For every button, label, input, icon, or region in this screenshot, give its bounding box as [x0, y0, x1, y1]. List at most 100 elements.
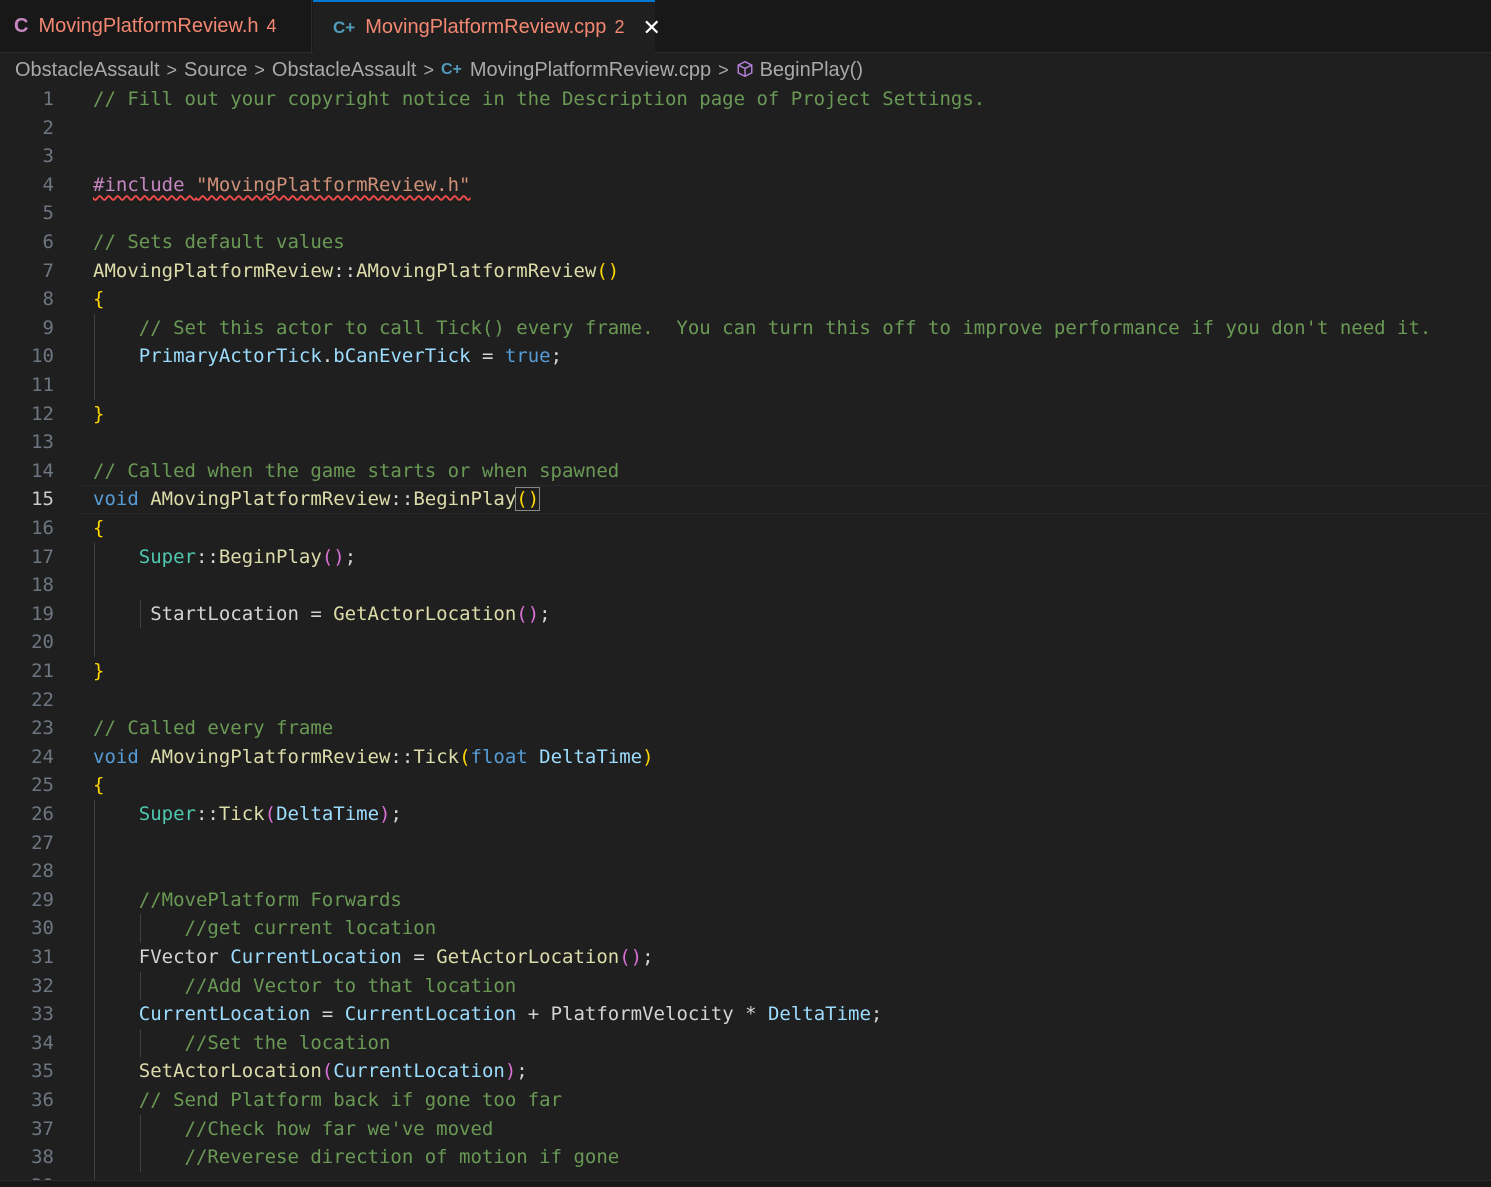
- code-line[interactable]: 20: [0, 628, 1491, 657]
- code-text: {: [93, 514, 104, 543]
- code-text: //Add Vector to that location: [93, 972, 517, 1001]
- code-line[interactable]: 2: [0, 114, 1491, 143]
- code-line[interactable]: 26 Super::Tick(DeltaTime);: [0, 800, 1491, 829]
- code-line[interactable]: 38 //Reverese direction of motion if gon…: [0, 1143, 1491, 1172]
- tab-moving-platform-review-cpp[interactable]: C+ MovingPlatformReview.cpp 2 ✕: [313, 0, 661, 53]
- code-line[interactable]: 7 AMovingPlatformReview::AMovingPlatformR…: [0, 257, 1491, 286]
- code-token: AMovingPlatformReview: [356, 259, 597, 282]
- code-line[interactable]: 28: [0, 857, 1491, 886]
- code-line[interactable]: 4 #include "MovingPlatformReview.h": [0, 171, 1491, 200]
- problem-count-badge: 2: [614, 17, 625, 37]
- line-number: 37: [31, 1117, 54, 1140]
- code-line[interactable]: 24 void AMovingPlatformReview::Tick(float…: [0, 743, 1491, 772]
- breadcrumb-item-module[interactable]: ObstacleAssault: [272, 59, 417, 82]
- code-line[interactable]: 10 PrimaryActorTick.bCanEverTick = true;: [0, 342, 1491, 371]
- code-token: //get current location: [184, 917, 437, 940]
- code-token: BeginPlay: [413, 488, 517, 511]
- code-token: =: [310, 1003, 345, 1026]
- code-line[interactable]: 12}: [0, 400, 1491, 429]
- code-line[interactable]: 15 void AMovingPlatformReview::BeginPlay(…: [0, 485, 1491, 514]
- code-token: Tick: [218, 803, 265, 825]
- code-line[interactable]: 30 //get current location: [0, 914, 1491, 943]
- tab-label: MovingPlatformReview.h: [38, 14, 259, 37]
- code-token: (: [264, 803, 277, 825]
- code-token: FVector: [138, 946, 231, 968]
- code-token: DeltaTime: [539, 745, 643, 768]
- code-line[interactable]: 14 // Called when the game starts or when…: [0, 457, 1491, 486]
- code-text: // Sets default values: [93, 228, 345, 257]
- code-line[interactable]: 31 FVector CurrentLocation = GetActorLoc…: [0, 943, 1491, 972]
- code-line[interactable]: 6 // Sets default values: [0, 228, 1491, 257]
- code-token: ;: [870, 1003, 883, 1026]
- code-token: Tick: [413, 745, 460, 768]
- indent-guide: [140, 1114, 141, 1172]
- code-editor[interactable]: 1 // Fill out your copyright notice in th…: [0, 85, 1491, 1180]
- code-token: {: [93, 288, 105, 311]
- tab-moving-platform-review-h[interactable]: C MovingPlatformReview.h 4: [0, 0, 312, 52]
- line-number: 8: [42, 288, 54, 311]
- line-number: 1: [42, 88, 54, 110]
- breadcrumb-item-symbol[interactable]: BeginPlay(): [760, 59, 863, 82]
- code-token: ::: [195, 803, 219, 825]
- code-line[interactable]: 29 //MovePlatform Forwards: [0, 886, 1491, 915]
- code-line[interactable]: 32 //Add Vector to that location: [0, 972, 1491, 1001]
- code-line[interactable]: 33 CurrentLocation = CurrentLocation + P…: [0, 1000, 1491, 1029]
- breadcrumb-item-file[interactable]: MovingPlatformReview.cpp: [470, 59, 711, 82]
- code-text: PrimaryActorTick.bCanEverTick = true;: [93, 342, 562, 371]
- code-token: ::: [390, 745, 414, 768]
- code-token: // Called when the game starts or when s…: [93, 459, 620, 482]
- code-text: Super::Tick(DeltaTime);: [93, 800, 402, 829]
- code-token: CurrentLocation: [138, 1003, 311, 1026]
- code-token: SetActorLocation: [138, 1060, 322, 1083]
- code-token: }: [93, 660, 105, 682]
- indent-guide: [94, 313, 95, 400]
- code-token: bCanEverTick: [333, 345, 471, 368]
- code-token: (): [596, 259, 620, 282]
- editor-tab-bar: C MovingPlatformReview.h 4 C+ MovingPlat…: [0, 0, 1491, 53]
- code-line[interactable]: 16 {: [0, 514, 1491, 543]
- close-tab-icon[interactable]: ✕: [642, 15, 660, 41]
- code-token: DeltaTime: [276, 803, 380, 825]
- code-line[interactable]: 21}: [0, 657, 1491, 686]
- code-line[interactable]: 1 // Fill out your copyright notice in th…: [0, 85, 1491, 114]
- code-text: void AMovingPlatformReview::Tick(float D…: [93, 743, 654, 772]
- code-line[interactable]: 8{: [0, 285, 1491, 314]
- line-number: 10: [31, 345, 54, 368]
- code-line[interactable]: 18: [0, 571, 1491, 600]
- code-token: ;: [642, 946, 654, 968]
- code-line[interactable]: 19 StartLocation = GetActorLocation();: [0, 600, 1491, 629]
- code-line[interactable]: 27: [0, 829, 1491, 858]
- code-line[interactable]: 11: [0, 371, 1491, 400]
- c-file-icon: C: [14, 14, 29, 37]
- code-line[interactable]: 9 // Set this actor to call Tick() every…: [0, 314, 1491, 343]
- code-token: ): [504, 1060, 517, 1083]
- code-token: CurrentLocation: [344, 1003, 517, 1026]
- code-token: (: [321, 1060, 334, 1083]
- indent-guide: [140, 599, 141, 629]
- code-text: //Reverese direction of motion if gone: [93, 1143, 620, 1172]
- code-line[interactable]: 25 {: [0, 771, 1491, 800]
- code-token: //Add Vector to that location: [184, 974, 517, 997]
- breadcrumb-item-project[interactable]: ObstacleAssault: [15, 59, 160, 82]
- code-line[interactable]: 37 //Check how far we've moved: [0, 1115, 1491, 1144]
- line-number: 38: [31, 1146, 54, 1169]
- code-line[interactable]: 23 // Called every frame: [0, 714, 1491, 743]
- tab-label: MovingPlatformReview.cpp: [365, 16, 607, 38]
- code-token: {: [93, 774, 105, 797]
- code-line[interactable]: 13: [0, 428, 1491, 457]
- code-line[interactable]: 17 Super::BeginPlay();: [0, 543, 1491, 572]
- code-token: (: [459, 745, 471, 768]
- line-number: 31: [31, 946, 54, 968]
- code-line[interactable]: 39: [0, 1172, 1491, 1180]
- code-line[interactable]: 36 // Send Platform back if gone too far: [0, 1086, 1491, 1115]
- line-number: 9: [42, 316, 54, 339]
- line-number: 7: [42, 259, 54, 282]
- code-line[interactable]: 34 //Set the location: [0, 1029, 1491, 1058]
- line-number: 16: [31, 517, 54, 539]
- code-line[interactable]: 3: [0, 142, 1491, 171]
- code-line[interactable]: 5: [0, 199, 1491, 228]
- breadcrumb-item-source[interactable]: Source: [184, 59, 247, 82]
- code-line[interactable]: 35 SetActorLocation(CurrentLocation);: [0, 1057, 1491, 1086]
- code-line[interactable]: 22: [0, 686, 1491, 715]
